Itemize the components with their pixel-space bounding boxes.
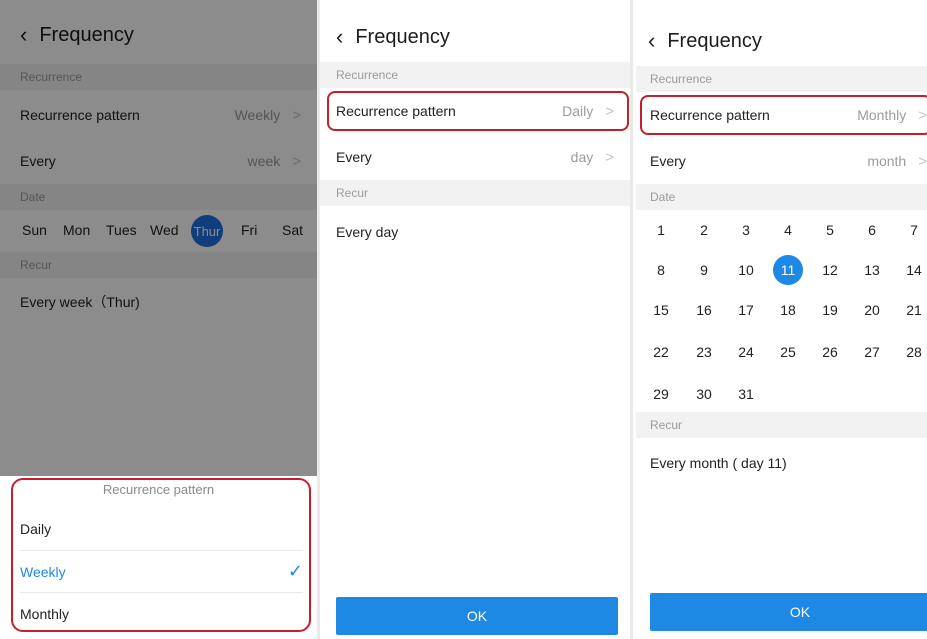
calendar-day[interactable]: 10 [731, 262, 761, 278]
chevron-right-icon: > [292, 106, 301, 124]
header: ‹ Frequency [336, 24, 630, 50]
every-label: Every [336, 149, 372, 165]
section-date: Date [0, 184, 317, 210]
recurrence-pattern-value: Weekly [234, 107, 281, 123]
recurrence-pattern-row[interactable]: Recurrence pattern Monthly > [636, 92, 927, 138]
calendar-day[interactable]: 28 [899, 344, 927, 360]
weekly-screen: ‹ Frequency Recurrence Recurrence patter… [0, 0, 317, 639]
back-chevron-icon[interactable]: ‹ [336, 24, 343, 50]
chevron-right-icon: > [605, 102, 614, 120]
recur-summary: Every day [336, 224, 399, 240]
chevron-right-icon: > [918, 152, 927, 170]
option-label: Weekly [20, 563, 66, 580]
header: ‹ Frequency [648, 28, 927, 54]
weekday-fri[interactable]: Fri [241, 222, 257, 238]
section-recur: Recur [636, 412, 927, 438]
calendar-day[interactable]: 24 [731, 344, 761, 360]
calendar-day[interactable]: 4 [773, 222, 803, 238]
calendar-day[interactable]: 26 [815, 344, 845, 360]
weekday-sun[interactable]: Sun [22, 222, 47, 238]
chevron-right-icon: > [605, 148, 614, 166]
calendar-day[interactable]: 22 [646, 344, 676, 360]
calendar-day[interactable]: 1 [646, 222, 676, 238]
every-row[interactable]: Every month > [636, 138, 927, 184]
option-label: Monthly [20, 605, 70, 622]
section-recurrence: Recurrence [0, 64, 317, 90]
monthly-screen: ‹ Frequency Recurrence Recurrence patter… [636, 0, 927, 639]
daily-screen: ‹ Frequency Recurrence Recurrence patter… [320, 0, 630, 639]
calendar-day[interactable]: 5 [815, 222, 845, 238]
every-label: Every [20, 153, 56, 169]
check-icon: ✓ [287, 561, 303, 581]
weekday-wed[interactable]: Wed [150, 222, 179, 238]
recurrence-pattern-label: Recurrence pattern [336, 103, 456, 119]
weekday-sat[interactable]: Sat [282, 222, 303, 238]
calendar-day[interactable]: 31 [731, 386, 761, 402]
calendar-day[interactable]: 8 [646, 262, 676, 278]
every-value: month [867, 153, 907, 169]
every-row[interactable]: Every week > [0, 138, 317, 184]
calendar-day[interactable]: 7 [899, 222, 927, 238]
sheet-title: Recurrence pattern [102, 482, 215, 497]
calendar-day-selected[interactable]: 11 [773, 255, 803, 285]
weekday-tues[interactable]: Tues [106, 222, 137, 238]
ok-button[interactable]: OK [650, 593, 927, 631]
recurrence-pattern-value: Monthly [857, 107, 907, 123]
page-title: Frequency [355, 25, 450, 48]
section-recur: Recur [0, 252, 317, 278]
every-row[interactable]: Every day > [320, 134, 630, 180]
calendar-day[interactable]: 14 [899, 262, 927, 278]
every-value: day [570, 149, 594, 165]
calendar-day[interactable]: 25 [773, 344, 803, 360]
calendar-day[interactable]: 18 [773, 302, 803, 318]
recurrence-pattern-row[interactable]: Recurrence pattern Daily > [320, 88, 630, 134]
chevron-right-icon: > [918, 106, 927, 124]
chevron-right-icon: > [292, 152, 301, 170]
option-label: Daily [20, 521, 52, 537]
calendar-day[interactable]: 30 [689, 386, 719, 402]
recur-summary: Every week（Thur) [20, 294, 140, 310]
recurrence-pattern-label: Recurrence pattern [650, 107, 770, 123]
recur-summary: Every month ( day 11) [650, 455, 787, 471]
calendar-day[interactable]: 13 [857, 262, 887, 278]
panel-divider [630, 0, 633, 639]
calendar-day[interactable]: 29 [646, 386, 676, 402]
recurrence-pattern-value: Daily [562, 103, 594, 119]
calendar-day[interactable]: 2 [689, 222, 719, 238]
calendar-day[interactable]: 17 [731, 302, 761, 318]
section-date: Date [636, 184, 927, 210]
back-chevron-icon[interactable]: ‹ [648, 28, 655, 54]
weekday-thur-selected[interactable]: Thur [191, 215, 223, 247]
calendar-day[interactable]: 20 [857, 302, 887, 318]
recurrence-pattern-label: Recurrence pattern [20, 107, 140, 123]
calendar-day[interactable]: 21 [899, 302, 927, 318]
every-value: week [247, 153, 281, 169]
calendar-day[interactable]: 9 [689, 262, 719, 278]
calendar-day[interactable]: 19 [815, 302, 845, 318]
header: ‹ Frequency [20, 22, 317, 48]
sheet-option-monthly[interactable]: Monthly [20, 592, 303, 634]
page-title: Frequency [667, 29, 762, 52]
recurrence-pattern-row[interactable]: Recurrence pattern Weekly > [0, 92, 317, 138]
weekday-mon[interactable]: Mon [63, 222, 90, 238]
back-chevron-icon[interactable]: ‹ [20, 22, 27, 48]
sheet-option-weekly[interactable]: Weekly ✓ [20, 550, 303, 592]
sheet-option-daily[interactable]: Daily [20, 508, 303, 550]
page-title: Frequency [39, 23, 134, 46]
calendar-day[interactable]: 27 [857, 344, 887, 360]
calendar-day[interactable]: 12 [815, 262, 845, 278]
ok-button[interactable]: OK [336, 597, 618, 635]
section-recur: Recur [320, 180, 630, 206]
calendar-day[interactable]: 3 [731, 222, 761, 238]
calendar-day[interactable]: 23 [689, 344, 719, 360]
calendar-day[interactable]: 16 [689, 302, 719, 318]
calendar-day[interactable]: 6 [857, 222, 887, 238]
section-recurrence: Recurrence [636, 66, 927, 92]
every-label: Every [650, 153, 686, 169]
section-recurrence: Recurrence [320, 62, 630, 88]
calendar-day[interactable]: 15 [646, 302, 676, 318]
